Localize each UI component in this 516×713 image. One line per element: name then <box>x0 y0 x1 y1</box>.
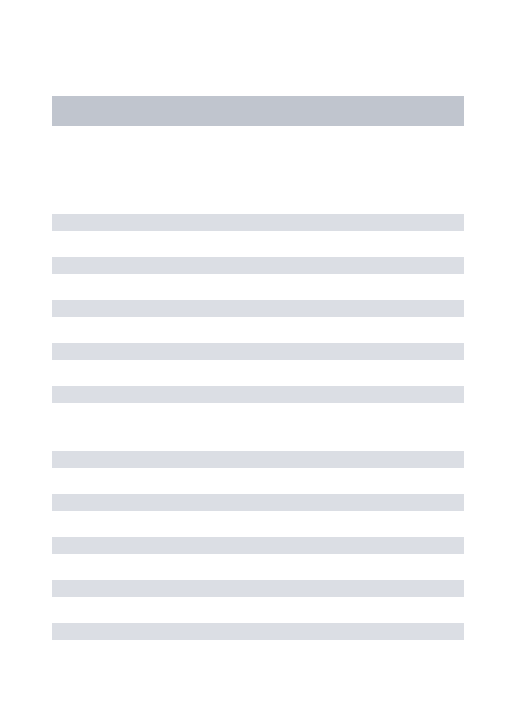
skeleton-line-group <box>52 451 464 640</box>
skeleton-container <box>0 0 516 640</box>
skeleton-line <box>52 580 464 597</box>
skeleton-line-group <box>52 214 464 403</box>
skeleton-line <box>52 451 464 468</box>
skeleton-line <box>52 257 464 274</box>
skeleton-line <box>52 623 464 640</box>
skeleton-line <box>52 214 464 231</box>
skeleton-line <box>52 386 464 403</box>
skeleton-line <box>52 494 464 511</box>
skeleton-line <box>52 537 464 554</box>
skeleton-line <box>52 300 464 317</box>
skeleton-header-bar <box>52 96 464 126</box>
skeleton-line <box>52 343 464 360</box>
